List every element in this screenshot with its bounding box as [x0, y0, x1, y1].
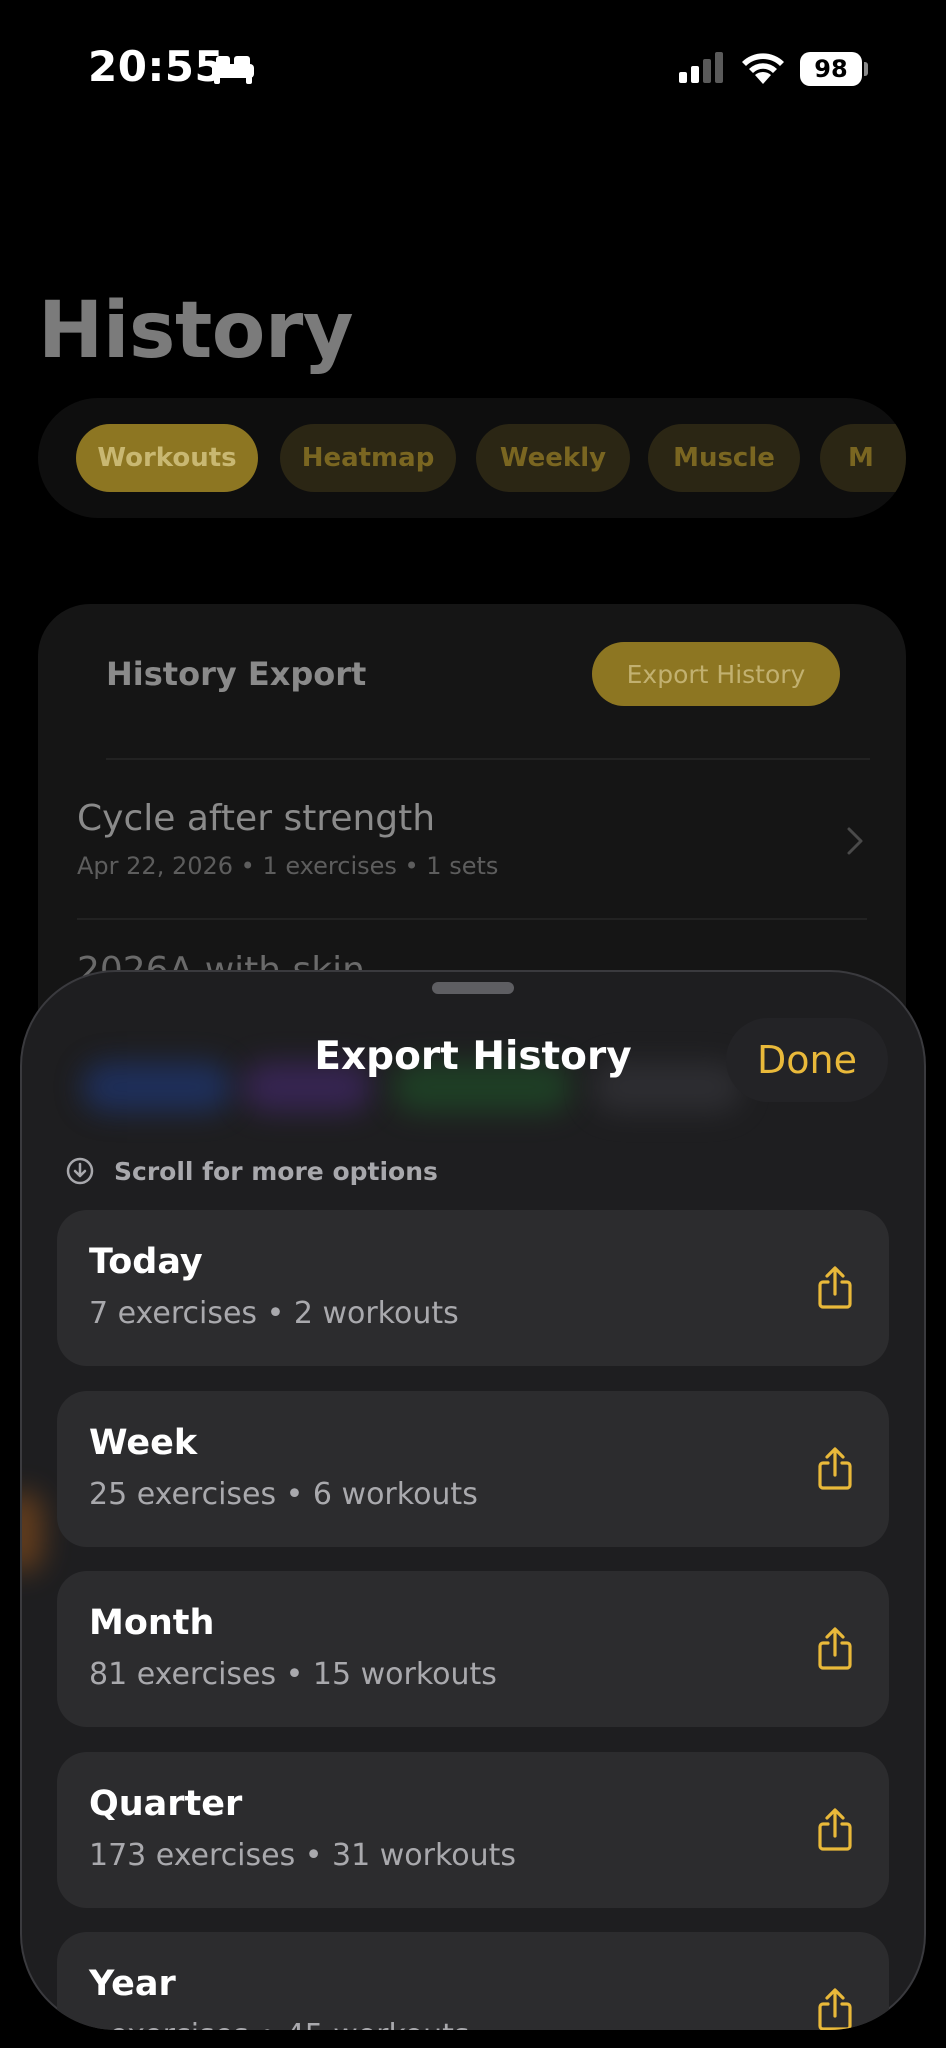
history-row-subtitle: Apr 22, 2026 • 1 exercises • 1 sets: [77, 852, 499, 880]
option-title: Today: [89, 1242, 203, 1282]
share-icon[interactable]: [815, 1447, 855, 1495]
share-icon[interactable]: [815, 1627, 855, 1675]
blurred-chip: [22, 1492, 42, 1572]
option-title: Month: [89, 1603, 215, 1643]
sheet-grabber[interactable]: [432, 982, 514, 994]
export-option-week[interactable]: Week 25 exercises • 6 workouts: [57, 1391, 889, 1547]
sheet-bottom-clip: Year - exercises • 45 workouts: [20, 1900, 926, 2030]
export-option-quarter[interactable]: Quarter 173 exercises • 31 workouts: [57, 1752, 889, 1908]
export-option-month[interactable]: Month 81 exercises • 15 workouts: [57, 1571, 889, 1727]
export-option-year[interactable]: Year - exercises • 45 workouts: [57, 1932, 889, 2030]
tab-heatmap[interactable]: Heatmap: [280, 424, 456, 492]
divider: [106, 758, 870, 760]
page-title: History: [38, 286, 354, 376]
share-icon[interactable]: [815, 1988, 855, 2030]
battery-nub: [864, 62, 868, 76]
option-title: Year: [89, 1964, 176, 2004]
battery-icon: 98: [800, 52, 862, 86]
share-icon[interactable]: [815, 1266, 855, 1314]
divider: [77, 918, 867, 920]
tab-workouts[interactable]: Workouts: [76, 424, 258, 492]
option-subtitle: - exercises • 45 workouts: [89, 2018, 470, 2030]
tab-weekly[interactable]: Weekly: [476, 424, 630, 492]
export-history-button[interactable]: Export History: [592, 642, 840, 706]
history-tab-bar: Workouts Heatmap Weekly Muscle M: [38, 398, 906, 518]
chevron-right-icon: [846, 826, 864, 860]
export-option-today[interactable]: Today 7 exercises • 2 workouts: [57, 1210, 889, 1366]
option-title: Quarter: [89, 1784, 243, 1824]
option-subtitle: 173 exercises • 31 workouts: [89, 1838, 517, 1873]
tab-more[interactable]: M: [820, 424, 906, 492]
option-subtitle: 81 exercises • 15 workouts: [89, 1657, 497, 1692]
wifi-icon: [740, 50, 786, 90]
scroll-down-icon: [66, 1157, 94, 1189]
bed-icon: [210, 54, 256, 90]
option-subtitle: 7 exercises • 2 workouts: [89, 1296, 459, 1331]
option-subtitle: 25 exercises • 6 workouts: [89, 1477, 478, 1512]
option-title: Week: [89, 1423, 198, 1463]
share-icon[interactable]: [815, 1808, 855, 1856]
status-time: 20:55: [88, 42, 225, 91]
tab-muscle[interactable]: Muscle: [648, 424, 800, 492]
history-export-label: History Export: [106, 655, 367, 693]
done-button[interactable]: Done: [726, 1018, 888, 1102]
history-row-title[interactable]: Cycle after strength: [77, 798, 435, 839]
scroll-hint: Scroll for more options: [114, 1157, 438, 1186]
cellular-signal-icon: [678, 52, 726, 88]
